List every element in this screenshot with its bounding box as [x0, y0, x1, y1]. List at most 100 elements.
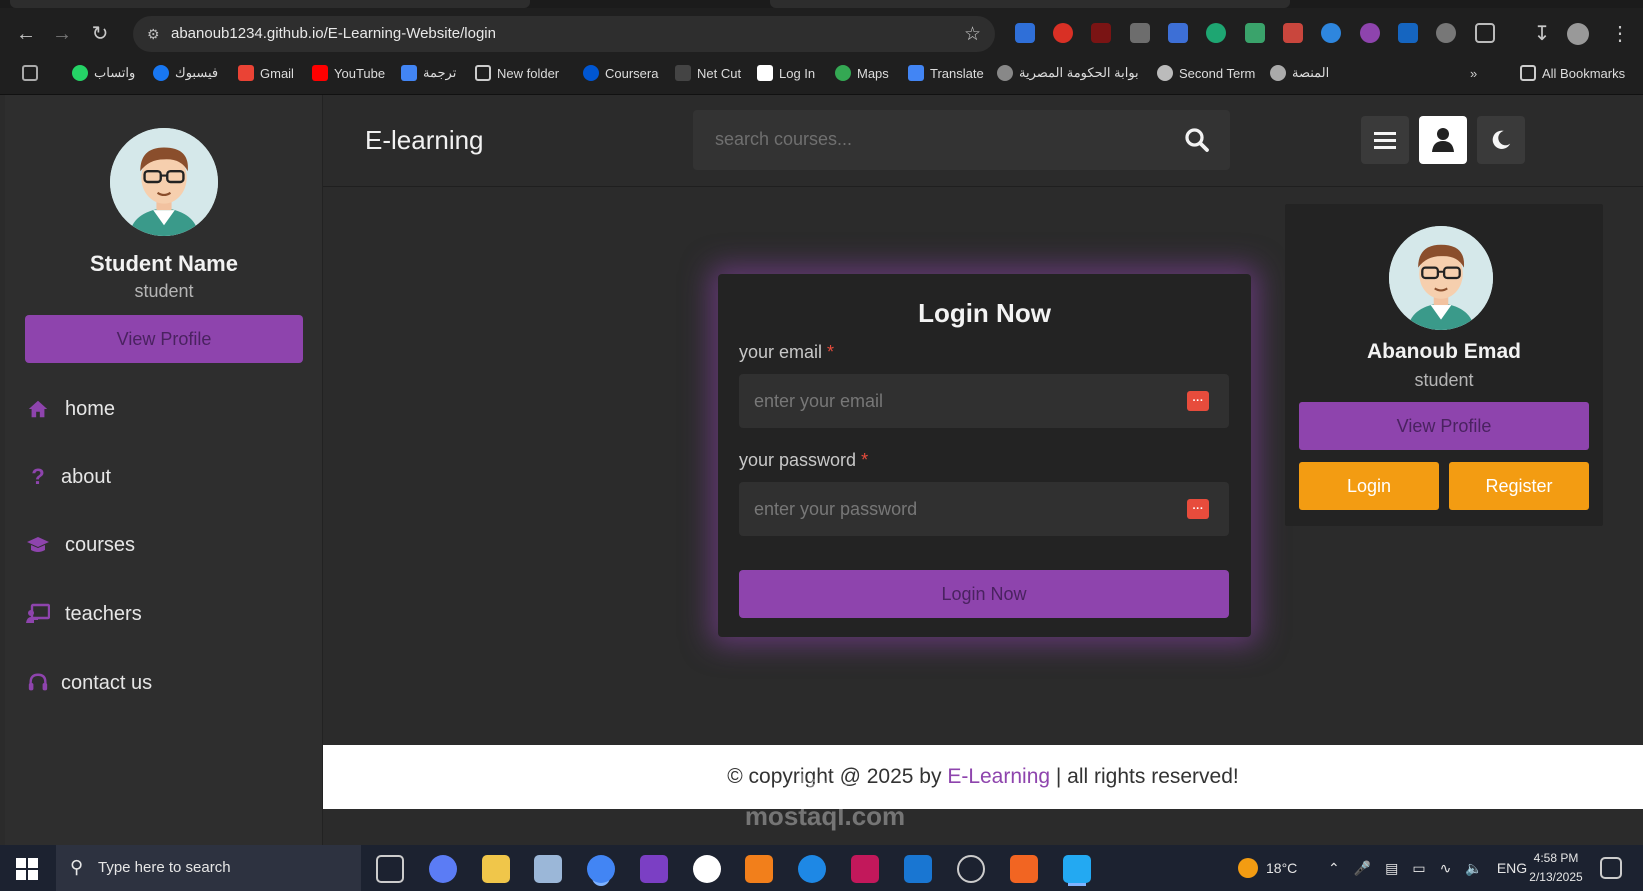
file-explorer-icon[interactable] [482, 855, 510, 883]
extension-icon[interactable] [1015, 23, 1035, 43]
bookmark-item[interactable]: Log In [757, 63, 815, 83]
bookmark-item[interactable]: YouTube [312, 63, 385, 83]
sidebar-user-name: Student Name [90, 251, 238, 276]
bookmark-item[interactable]: Coursera [583, 63, 658, 83]
taskbar-search-input[interactable]: ⚲ Type here to search [56, 845, 361, 891]
app-icon[interactable] [904, 855, 932, 883]
sidebar-item-about[interactable]: ? about [25, 459, 111, 495]
sidebar-item-label: contact us [61, 671, 153, 694]
extension-icon[interactable] [1245, 23, 1265, 43]
site-settings-icon[interactable]: ⚙ [147, 25, 165, 43]
menu-icon[interactable] [1361, 116, 1409, 164]
footer-brand-link[interactable]: E-Learning [947, 765, 1050, 788]
extension-icon[interactable] [1321, 23, 1341, 43]
clock[interactable]: 4:58 PM 2/13/2025 [1523, 849, 1589, 887]
vscode-icon[interactable] [1063, 855, 1091, 883]
windows-start-icon[interactable] [16, 858, 38, 880]
battery-icon[interactable]: ▭ [1412, 860, 1425, 877]
bookmark-item[interactable]: Second Term [1157, 63, 1255, 83]
user-icon[interactable] [1419, 116, 1467, 164]
view-profile-button[interactable]: View Profile [25, 315, 303, 363]
sidebar-item-courses[interactable]: courses [25, 527, 135, 563]
app-icon[interactable] [851, 855, 879, 883]
apps-icon[interactable] [22, 63, 38, 83]
browser-tab[interactable] [770, 0, 1290, 8]
view-profile-button[interactable]: View Profile [1299, 402, 1589, 450]
password-manager-icon[interactable]: ··· [1187, 391, 1209, 411]
password-field[interactable]: enter your password ··· [739, 482, 1229, 536]
microphone-icon[interactable]: 🎤 [1354, 860, 1371, 877]
task-view-icon[interactable] [376, 855, 404, 883]
app-icon[interactable] [693, 855, 721, 883]
visual-studio-icon[interactable] [640, 855, 668, 883]
network-icon[interactable]: ▤ [1385, 860, 1398, 877]
vlc-icon[interactable] [745, 855, 773, 883]
password-manager-icon[interactable]: ··· [1187, 499, 1209, 519]
sidebar-item-teachers[interactable]: teachers [25, 596, 142, 632]
clock-time: 4:58 PM [1533, 851, 1579, 865]
extension-icon[interactable] [1436, 23, 1456, 43]
bookmark-item[interactable]: ترجمة [401, 63, 456, 83]
bookmark-item[interactable]: واتساب [72, 63, 135, 83]
search-input[interactable]: search courses... [693, 110, 1230, 170]
bookmark-item[interactable]: بوابة الحكومة المصرية [997, 63, 1139, 83]
login-button[interactable]: Login [1299, 462, 1439, 510]
moon-icon[interactable] [1477, 116, 1525, 164]
bookmark-item[interactable]: Net Cut [675, 63, 741, 83]
sidebar-item-contact[interactable]: contact us [25, 665, 152, 701]
chevron-up-icon[interactable]: ⌃ [1328, 860, 1340, 877]
search-icon[interactable] [1182, 125, 1212, 155]
back-icon[interactable]: ← [12, 20, 40, 48]
copilot-icon[interactable] [429, 855, 457, 883]
app-icon[interactable] [534, 855, 562, 883]
extension-icon[interactable] [1168, 23, 1188, 43]
wifi-icon[interactable]: ∿ [1440, 860, 1452, 877]
weather-widget[interactable]: 18°C [1238, 845, 1297, 891]
more-menu-icon[interactable]: ⋮ [1606, 20, 1634, 48]
extension-icon[interactable] [1398, 23, 1418, 43]
address-bar[interactable]: ⚙ abanoub1234.github.io/E-Learning-Websi… [133, 16, 995, 52]
xampp-icon[interactable] [1010, 855, 1038, 883]
browser-chrome: ← → ↻ ⚙ abanoub1234.github.io/E-Learning… [0, 0, 1643, 95]
all-bookmarks[interactable]: All Bookmarks [1520, 63, 1625, 83]
forward-icon[interactable]: → [48, 20, 76, 48]
tab-strip [0, 0, 1643, 8]
bookmark-item[interactable]: Translate [908, 63, 984, 83]
register-button[interactable]: Register [1449, 462, 1589, 510]
bookmarks-overflow-icon[interactable]: » [1470, 63, 1477, 83]
extension-icon[interactable] [1053, 23, 1073, 43]
bookmarks-bar: واتساب فيسبوك Gmail YouTube ترجمة New fo… [0, 58, 1643, 88]
sidebar-item-label: courses [65, 533, 136, 556]
extension-icon[interactable] [1360, 23, 1380, 43]
bookmark-item[interactable]: New folder [475, 63, 559, 83]
bookmark-item[interactable]: المنصة [1270, 63, 1329, 83]
app-icon[interactable] [957, 855, 985, 883]
profile-avatar-icon[interactable] [1567, 23, 1589, 45]
download-icon[interactable]: ↧ [1528, 20, 1556, 48]
browser-tab[interactable] [10, 0, 530, 8]
extension-icon[interactable] [1283, 23, 1303, 43]
login-submit-button[interactable]: Login Now [739, 570, 1229, 618]
home-icon [25, 396, 51, 422]
required-mark: * [861, 450, 869, 470]
chrome-icon[interactable] [587, 855, 615, 883]
site-logo[interactable]: E-learning [365, 125, 484, 156]
login-form: Login Now your email * enter your email … [718, 274, 1251, 637]
extension-icon[interactable] [1091, 23, 1111, 43]
reload-icon[interactable]: ↻ [86, 20, 114, 48]
extension-icon[interactable] [1130, 23, 1150, 43]
email-field[interactable]: enter your email ··· [739, 374, 1229, 428]
sidebar-item-home[interactable]: home [25, 391, 115, 427]
extensions-puzzle-icon[interactable] [1475, 23, 1495, 43]
bookmark-item[interactable]: فيسبوك [153, 63, 218, 83]
volume-icon[interactable]: 🔈 [1465, 860, 1482, 877]
weather-temp: 18°C [1266, 860, 1298, 876]
notifications-icon[interactable] [1600, 857, 1622, 879]
extension-icon[interactable] [1206, 23, 1226, 43]
edge-icon[interactable] [798, 855, 826, 883]
url-text[interactable]: abanoub1234.github.io/E-Learning-Website… [171, 25, 496, 42]
bookmark-item[interactable]: Gmail [238, 63, 294, 83]
bookmark-item[interactable]: Maps [835, 63, 889, 83]
bookmark-star-icon[interactable]: ☆ [964, 23, 981, 46]
site-header: E-learning search courses... [323, 95, 1643, 187]
